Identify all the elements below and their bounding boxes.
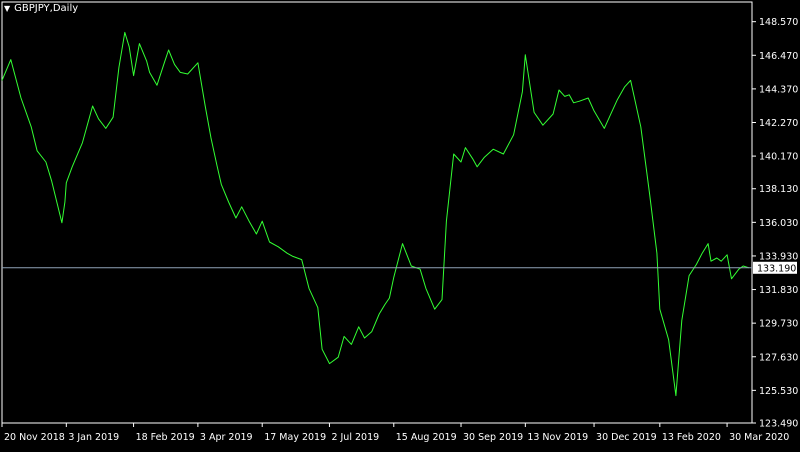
x-tick-label: 2 Jul 2019 [331, 432, 379, 443]
triangle-down-icon[interactable]: ▼ [4, 4, 10, 13]
x-tick-label: 13 Nov 2019 [527, 432, 588, 443]
price-chart[interactable]: 148.570 146.470 144.370 142.270 140.170 138.1… [0, 0, 800, 448]
x-tick-label: 15 Aug 2019 [396, 432, 457, 443]
x-tick-label: 30 Sep 2019 [463, 432, 523, 443]
x-tick-label: 20 Nov 2018 [4, 432, 65, 443]
price-line [1, 31, 750, 397]
y-tick-label: 127.630 [759, 352, 798, 363]
x-tick-label: 13 Feb 2020 [662, 432, 721, 443]
chart-header: ▼ GBPJPY,Daily [4, 3, 78, 14]
y-tick-label: 142.270 [759, 118, 798, 129]
x-tick-label: 30 Mar 2020 [729, 432, 789, 443]
price-axis[interactable]: 148.570 146.470 144.370 142.270 140.170 138.1… [752, 17, 798, 430]
y-tick-label: 129.730 [759, 319, 798, 330]
y-tick-label: 131.830 [759, 285, 798, 296]
x-tick-label: 17 May 2019 [264, 432, 326, 443]
plot-frame [1, 1, 753, 424]
y-tick-label: 146.470 [759, 51, 798, 62]
x-tick-label: 18 Feb 2019 [136, 432, 195, 443]
y-tick-label: 148.570 [759, 17, 798, 28]
x-tick-label: 3 Jan 2019 [68, 432, 119, 443]
y-tick-label: 144.370 [759, 84, 798, 95]
x-tick-label: 30 Dec 2019 [596, 432, 657, 443]
y-tick-label: 136.030 [759, 218, 798, 229]
y-tick-label: 123.490 [759, 419, 798, 430]
current-price-label: 133.190 [757, 263, 796, 274]
y-tick-label: 138.130 [759, 184, 798, 195]
chart-window[interactable]: ▼ GBPJPY,Daily 148.570 146.470 144.370 142.2… [0, 0, 800, 448]
chart-title: GBPJPY,Daily [14, 3, 79, 14]
y-tick-label: 125.530 [759, 386, 798, 397]
y-tick-label: 133.930 [759, 251, 798, 262]
x-tick-label: 3 Apr 2019 [200, 432, 253, 443]
y-tick-label: 140.170 [759, 152, 798, 163]
time-axis[interactable]: 20 Nov 2018 3 Jan 2019 18 Feb 2019 3 Apr 20… [1, 423, 789, 443]
